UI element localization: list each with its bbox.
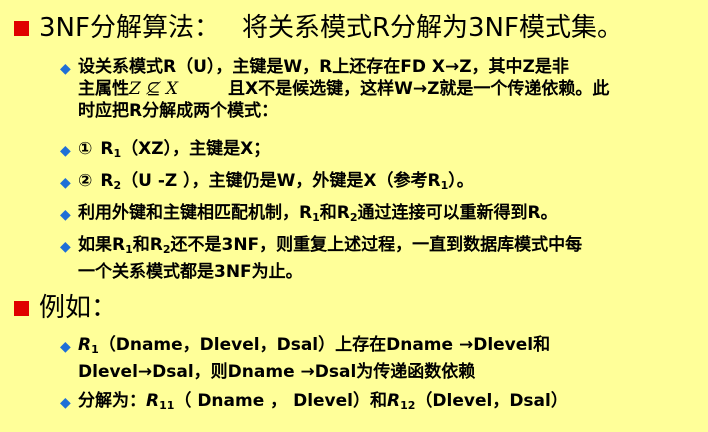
diamond-bullet-icon: ◆: [60, 61, 71, 77]
heading-algorithm: 3NF分解算法： 将关系模式R分解为3NF模式集。: [14, 12, 623, 44]
diamond-bullet-icon: ◆: [60, 175, 71, 191]
heading-example-title: 例如：: [39, 293, 118, 323]
diamond-bullet-icon: ◆: [60, 339, 71, 355]
diamond-bullet-icon: ◆: [60, 207, 71, 223]
item-text-line: 一个关系模式都是3NF为止。: [78, 262, 303, 282]
list-item-example-decompose: ◆ 分解为：R11（ Dname ， Dlevel）和R12（Dlevel，Ds…: [60, 391, 568, 412]
list-item-join: ◆ 利用外键和主键相匹配机制，R1和R2通过连接可以重新得到R。: [60, 203, 558, 224]
diamond-bullet-icon: ◆: [60, 395, 71, 411]
slide: 3NF分解算法： 将关系模式R分解为3NF模式集。 ◆ 设关系模式R（U），主键…: [0, 0, 708, 432]
square-bullet-icon: [14, 20, 29, 36]
diamond-bullet-icon: ◆: [60, 143, 71, 159]
not-subset-formula: Z ⊈ X: [129, 79, 178, 99]
item-text-line: Dlevel→Dsal，则Dname →Dsal为传递函数依赖: [78, 362, 476, 382]
square-bullet-icon: [14, 300, 29, 316]
list-item-repeat: ◆ 如果R1和R2还不是3NF，则重复上述过程，一直到数据库模式中每 一个关系模…: [60, 234, 696, 283]
list-item-example-fd: ◆ R1（Dname，Dlevel，Dsal）上存在Dname →Dlevel和…: [60, 334, 696, 383]
diamond-bullet-icon: ◆: [60, 239, 71, 255]
list-item-r2: ◆ ② R2（U -Z ），主键仍是W，外键是X（参考R1）。: [60, 171, 474, 192]
heading-example: 例如：: [14, 292, 117, 324]
item-text-line: 主属性Z ⊈ X 且X不是候选键，这样W→Z就是一个传递依赖。此: [78, 79, 610, 99]
list-item-definition: ◆ 设关系模式R（U），主键是W，R上还存在FD X→Z，其中Z是非 主属性Z …: [60, 56, 696, 122]
list-item-r1: ◆ ① R1（XZ），主键是X；: [60, 139, 271, 160]
heading-algorithm-title: 3NF分解算法：: [39, 13, 220, 43]
item-text-line: 时应把R分解成两个模式：: [78, 101, 279, 121]
heading-algorithm-desc: 将关系模式R分解为3NF模式集。: [241, 13, 623, 43]
item-text-line: 设关系模式R（U），主键是W，R上还存在FD X→Z，其中Z是非: [78, 57, 569, 77]
